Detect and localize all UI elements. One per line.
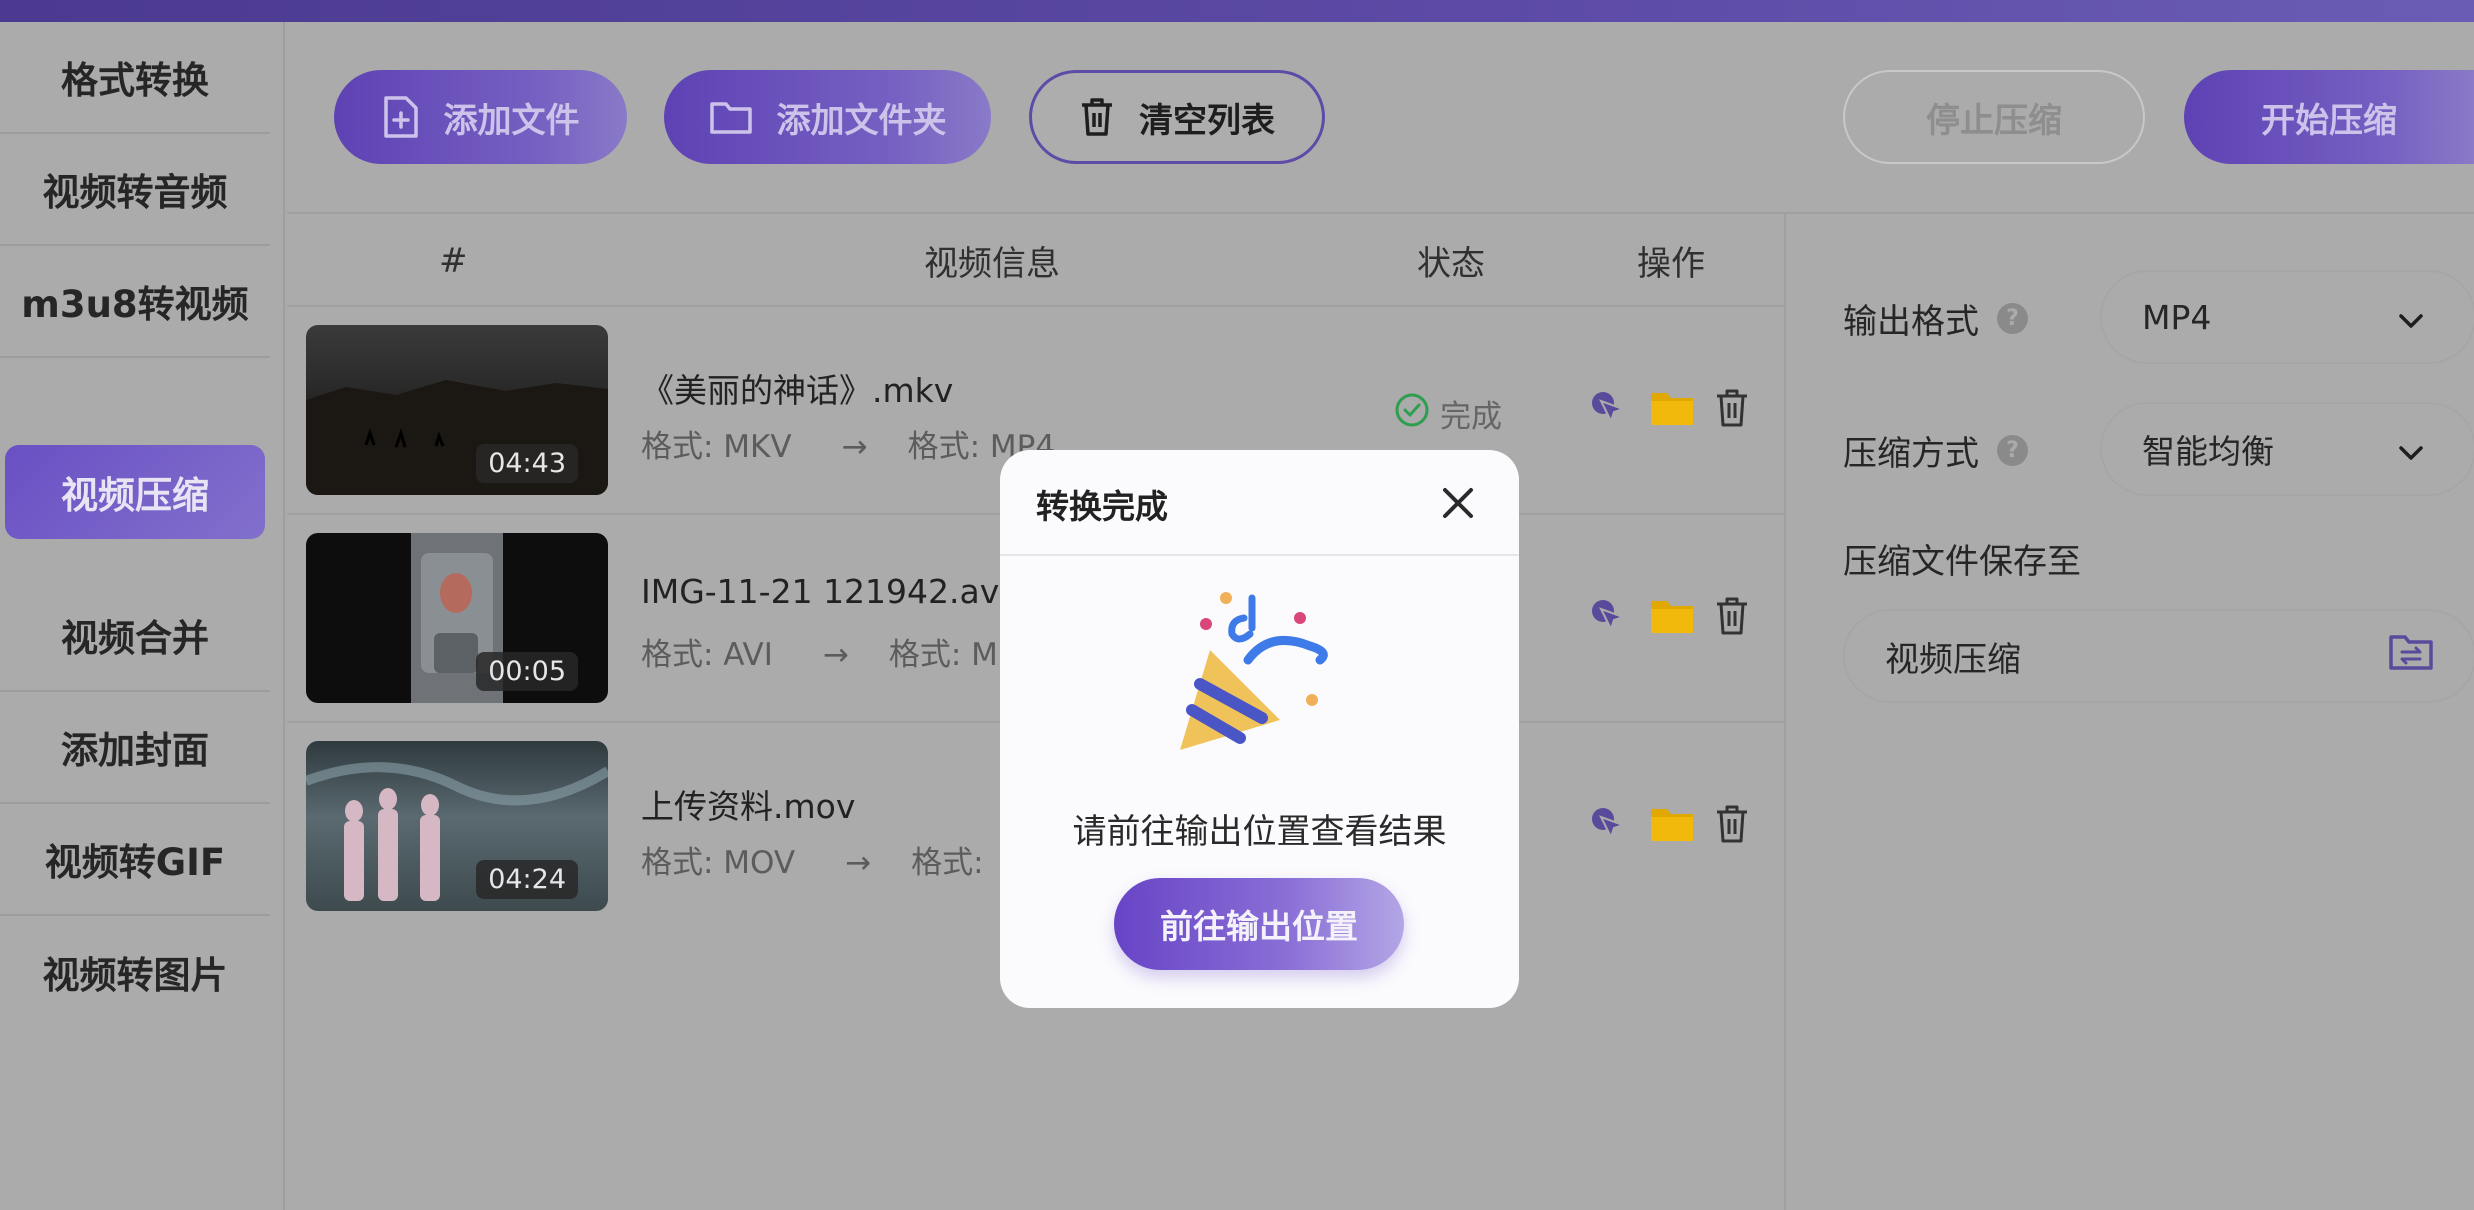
check-circle-icon: [1394, 392, 1430, 436]
row-actions: [1587, 803, 1749, 849]
format-info: 格式: AVI → 格式: M: [641, 637, 998, 673]
row-actions: [1587, 595, 1749, 641]
open-folder-icon[interactable]: [1649, 389, 1695, 431]
file-add-icon: [382, 95, 420, 139]
folder-icon: [709, 99, 753, 135]
chevron-down-icon: [2398, 298, 2424, 337]
open-folder-icon[interactable]: [1649, 805, 1695, 847]
video-thumbnail: 00:05: [306, 533, 608, 703]
sidebar-item-video-merge[interactable]: 视频合并: [0, 580, 270, 692]
window-top-bar: [0, 0, 2474, 22]
settings-pointer-icon[interactable]: [1587, 387, 1629, 433]
format-info: 格式: MKV → 格式: MP4: [641, 429, 1056, 465]
video-thumbnail: 04:24: [306, 741, 608, 911]
file-name: IMG-11-21 121942.avi: [641, 572, 1009, 611]
column-actions: 操作: [1637, 244, 1705, 284]
column-status: 状态: [1417, 244, 1485, 284]
video-duration: 04:24: [476, 860, 578, 899]
compress-mode-select[interactable]: 智能均衡: [2100, 402, 2474, 496]
video-duration: 04:43: [476, 444, 578, 483]
close-icon[interactable]: [1436, 481, 1480, 525]
video-thumbnail: 04:43: [306, 325, 608, 495]
save-path-field[interactable]: 视频压缩: [1843, 609, 2474, 703]
clear-list-button[interactable]: 清空列表: [1029, 70, 1325, 164]
file-name: 《美丽的神话》.mkv: [641, 371, 954, 410]
help-icon[interactable]: ?: [1997, 303, 2028, 334]
format-info: 格式: MOV → 格式:: [641, 845, 984, 881]
table-header: # 视频信息 状态 操作: [287, 212, 1784, 307]
file-name: 上传资料.mov: [641, 787, 856, 826]
sidebar-item-m3u8-to-video[interactable]: m3u8转视频: [0, 246, 270, 358]
arrow-right-icon: →: [845, 845, 872, 881]
settings-pointer-icon[interactable]: [1587, 595, 1629, 641]
sidebar-item-add-cover[interactable]: 添加封面: [0, 692, 270, 804]
sidebar-item-video-compress[interactable]: 视频压缩: [5, 445, 265, 539]
arrow-right-icon: →: [841, 429, 868, 465]
dialog-header: 转换完成: [1000, 450, 1519, 556]
dialog-title: 转换完成: [1036, 487, 1168, 526]
dialog-message: 请前往输出位置查看结果: [1072, 812, 1447, 852]
completion-dialog: 转换完成 请前往输出位置查看结果 前往输出位置: [1000, 450, 1519, 1008]
delete-icon[interactable]: [1715, 596, 1749, 640]
settings-pointer-icon[interactable]: [1587, 803, 1629, 849]
sidebar: 格式转换 视频转音频 m3u8转视频 视频压缩 视频合并 添加封面 视频转GIF…: [0, 22, 285, 1210]
output-format-select[interactable]: MP4: [2100, 270, 2474, 364]
party-popper-icon: [1170, 590, 1350, 770]
settings-panel: 输出格式 ? MP4 压缩方式 ? 智能均衡 压缩文件保存至 视频压缩: [1784, 212, 2474, 1210]
add-folder-button[interactable]: 添加文件夹: [664, 70, 991, 164]
delete-icon[interactable]: [1715, 804, 1749, 848]
start-compress-button[interactable]: 开始压缩: [2184, 70, 2474, 164]
output-format-label: 输出格式 ?: [1843, 294, 2028, 343]
save-to-label: 压缩文件保存至: [1843, 542, 2081, 582]
trash-icon: [1079, 96, 1115, 138]
sidebar-item-video-to-image[interactable]: 视频转图片: [0, 916, 270, 1028]
help-icon[interactable]: ?: [1997, 435, 2028, 466]
add-file-button[interactable]: 添加文件: [334, 70, 627, 164]
open-folder-icon[interactable]: [1649, 597, 1695, 639]
row-actions: [1587, 387, 1749, 433]
sidebar-item-video-to-audio[interactable]: 视频转音频: [0, 134, 270, 246]
sidebar-item-format-convert[interactable]: 格式转换: [0, 22, 270, 134]
delete-icon[interactable]: [1715, 388, 1749, 432]
stop-compress-button[interactable]: 停止压缩: [1843, 70, 2145, 164]
go-to-output-button[interactable]: 前往输出位置: [1114, 878, 1404, 970]
column-index: #: [439, 240, 468, 281]
status-badge: 完成: [1394, 391, 1502, 436]
folder-switch-icon[interactable]: [2388, 632, 2434, 681]
column-video-info: 视频信息: [924, 244, 1060, 284]
chevron-down-icon: [2398, 430, 2424, 469]
arrow-right-icon: →: [822, 637, 849, 673]
video-duration: 00:05: [476, 652, 578, 691]
compress-mode-label: 压缩方式 ?: [1843, 426, 2028, 475]
sidebar-item-video-to-gif[interactable]: 视频转GIF: [0, 804, 270, 916]
